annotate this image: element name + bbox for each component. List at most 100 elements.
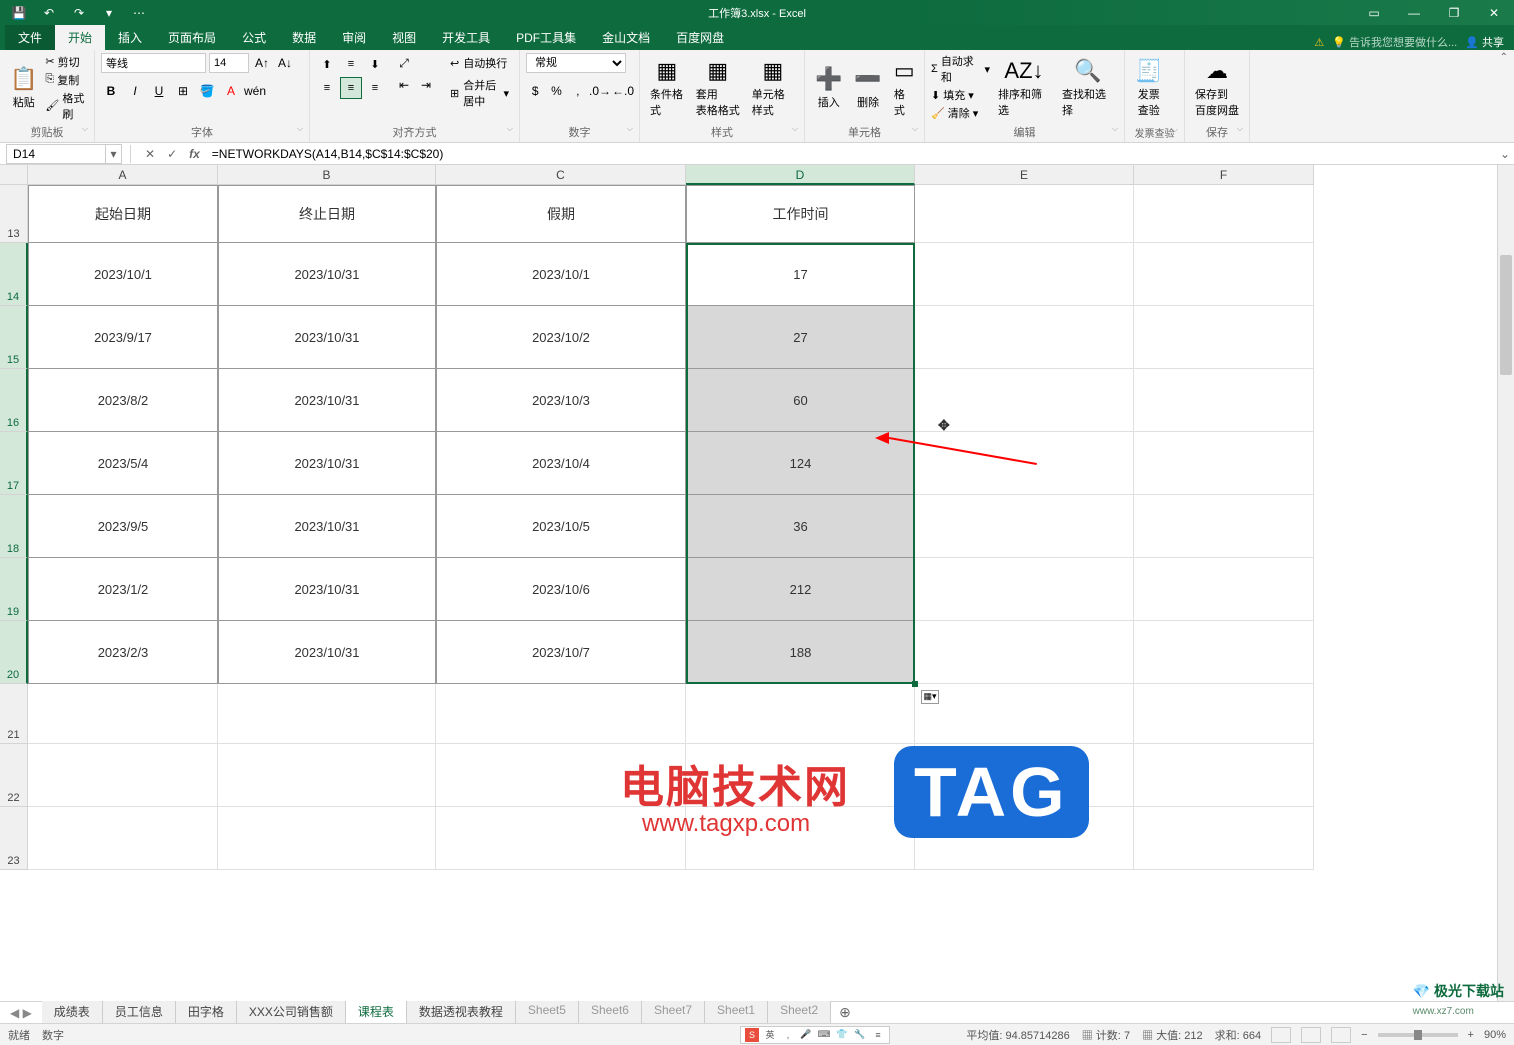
cell-F16[interactable] xyxy=(1134,369,1314,432)
ime-tool-icon[interactable]: 🔧 xyxy=(853,1028,867,1042)
enter-formula-icon[interactable]: ✓ xyxy=(161,147,183,161)
phonetic-button[interactable]: wén xyxy=(245,81,265,101)
align-bottom-icon[interactable]: ⬇ xyxy=(364,53,386,75)
format-cells-button[interactable]: ▭格式 xyxy=(890,53,919,122)
tab-formulas[interactable]: 公式 xyxy=(229,25,279,50)
cell-F17[interactable] xyxy=(1134,432,1314,495)
cell-C19[interactable]: 2023/10/6 xyxy=(436,558,686,621)
ime-lang[interactable]: 英 xyxy=(763,1028,777,1042)
row-header-22[interactable]: 22 xyxy=(0,744,28,807)
orientation-icon[interactable]: ⤢ xyxy=(394,53,414,73)
font-name-input[interactable] xyxy=(101,53,206,73)
tab-home[interactable]: 开始 xyxy=(55,25,105,50)
cell-styles-button[interactable]: ▦单元格样式 xyxy=(748,53,798,122)
row-header-18[interactable]: 18 xyxy=(0,495,28,558)
sheet-tab-4[interactable]: 课程表 xyxy=(346,1000,407,1025)
qat-customize-icon[interactable]: ⋯ xyxy=(125,2,153,24)
horizontal-scrollbar[interactable] xyxy=(865,1006,1508,1020)
sheet-tab-0[interactable]: 成绩表 xyxy=(42,1000,103,1025)
name-box[interactable] xyxy=(6,144,106,164)
close-icon[interactable]: ✕ xyxy=(1474,0,1514,25)
cell-E21[interactable] xyxy=(915,684,1134,744)
delete-cells-button[interactable]: ➖删除 xyxy=(850,53,885,122)
tab-data[interactable]: 数据 xyxy=(279,25,329,50)
merge-center-button[interactable]: ⊞ 合并后居中 ▾ xyxy=(446,75,513,111)
scroll-thumb[interactable] xyxy=(1500,255,1512,375)
cell-F13[interactable] xyxy=(1134,185,1314,243)
wrap-text-button[interactable]: ↩ 自动换行 xyxy=(446,53,513,73)
col-header-B[interactable]: B xyxy=(218,165,436,185)
ribbon-display-icon[interactable]: ▭ xyxy=(1354,0,1394,25)
conditional-format-button[interactable]: ▦条件格式 xyxy=(646,53,688,122)
tab-insert[interactable]: 插入 xyxy=(105,25,155,50)
qat-more-icon[interactable]: ▾ xyxy=(95,2,123,24)
cell-E14[interactable] xyxy=(915,243,1134,306)
row-header-21[interactable]: 21 xyxy=(0,684,28,744)
comma-icon[interactable]: , xyxy=(569,81,587,101)
save-cloud-button[interactable]: ☁保存到 百度网盘 xyxy=(1191,53,1243,122)
cell-C18[interactable]: 2023/10/5 xyxy=(436,495,686,558)
fill-button[interactable]: ⬇ 填充 ▾ xyxy=(931,87,990,103)
font-color-button[interactable]: A xyxy=(221,81,241,101)
tab-baidu[interactable]: 百度网盘 xyxy=(663,25,737,50)
row-header-13[interactable]: 13 xyxy=(0,185,28,243)
spreadsheet-grid[interactable]: ABCDEF 1314151617181920212223 起始日期终止日期假期… xyxy=(0,165,1514,1001)
cell-E17[interactable] xyxy=(915,432,1134,495)
cell-E19[interactable] xyxy=(915,558,1134,621)
save-icon[interactable]: 💾 xyxy=(5,2,33,24)
underline-button[interactable]: U xyxy=(149,81,169,101)
tab-view[interactable]: 视图 xyxy=(379,25,429,50)
sheet-tab-3[interactable]: XXX公司销售额 xyxy=(237,1000,346,1025)
vertical-scrollbar[interactable] xyxy=(1497,165,1514,1001)
cell-B19[interactable]: 2023/10/31 xyxy=(218,558,436,621)
col-header-A[interactable]: A xyxy=(28,165,218,185)
painter-button[interactable]: 🖌 格式刷 xyxy=(45,90,88,122)
col-header-E[interactable]: E xyxy=(915,165,1134,185)
collapse-ribbon-icon[interactable]: ⌃ xyxy=(1500,52,1508,63)
cut-button[interactable]: ✂ 剪切 xyxy=(45,54,88,70)
name-box-dropdown-icon[interactable]: ▾ xyxy=(106,144,122,164)
row-header-14[interactable]: 14 xyxy=(0,243,28,306)
sheet-nav[interactable]: ◀ ▶ xyxy=(0,1006,42,1020)
cell-A18[interactable]: 2023/9/5 xyxy=(28,495,218,558)
find-select-button[interactable]: 🔍查找和选择 xyxy=(1058,53,1118,122)
tell-me-search[interactable]: 💡 告诉我您想要做什么... xyxy=(1332,34,1457,50)
select-all-corner[interactable] xyxy=(0,165,28,185)
align-middle-icon[interactable]: ≡ xyxy=(340,53,362,75)
row-header-19[interactable]: 19 xyxy=(0,558,28,621)
row-header-16[interactable]: 16 xyxy=(0,369,28,432)
tab-dev[interactable]: 开发工具 xyxy=(429,25,503,50)
formula-input[interactable]: =NETWORKDAYS(A14,B14,$C$14:$C$20) xyxy=(206,147,1496,161)
ime-menu-icon[interactable]: ≡ xyxy=(871,1028,885,1042)
align-top-icon[interactable]: ⬆ xyxy=(316,53,338,75)
cell-F21[interactable] xyxy=(1134,684,1314,744)
number-format-select[interactable]: 常规 xyxy=(526,53,626,73)
add-sheet-button[interactable]: ⊕ xyxy=(831,1004,859,1021)
sort-filter-button[interactable]: AZ↓排序和筛选 xyxy=(994,53,1054,122)
cell-F20[interactable] xyxy=(1134,621,1314,684)
fx-icon[interactable]: fx xyxy=(183,147,206,161)
border-button[interactable]: ⊞ xyxy=(173,81,193,101)
cell-F22[interactable] xyxy=(1134,744,1314,807)
ime-toolbar[interactable]: S 英 , 🎤 ⌨ 👕 🔧 ≡ xyxy=(740,1026,890,1044)
cell-C14[interactable]: 2023/10/1 xyxy=(436,243,686,306)
tab-pdf[interactable]: PDF工具集 xyxy=(503,25,589,50)
cell-F14[interactable] xyxy=(1134,243,1314,306)
decrease-decimal-icon[interactable]: ←.0 xyxy=(613,81,633,101)
cell-A22[interactable] xyxy=(28,744,218,807)
sheet-tab-7[interactable]: Sheet6 xyxy=(579,1000,642,1025)
sheet-tab-2[interactable]: 田字格 xyxy=(176,1000,237,1025)
cell-D14[interactable]: 17 xyxy=(686,243,915,306)
page-layout-view-icon[interactable] xyxy=(1301,1027,1321,1043)
tab-wps[interactable]: 金山文档 xyxy=(589,25,663,50)
row-header-20[interactable]: 20 xyxy=(0,621,28,684)
decrease-indent-icon[interactable]: ⇤ xyxy=(394,75,414,95)
col-header-D[interactable]: D xyxy=(686,165,915,185)
currency-icon[interactable]: $ xyxy=(526,81,544,101)
tab-review[interactable]: 审阅 xyxy=(329,25,379,50)
cell-A20[interactable]: 2023/2/3 xyxy=(28,621,218,684)
sheet-tab-1[interactable]: 员工信息 xyxy=(103,1000,176,1025)
cell-B18[interactable]: 2023/10/31 xyxy=(218,495,436,558)
undo-icon[interactable]: ↶ xyxy=(35,2,63,24)
percent-icon[interactable]: % xyxy=(547,81,565,101)
